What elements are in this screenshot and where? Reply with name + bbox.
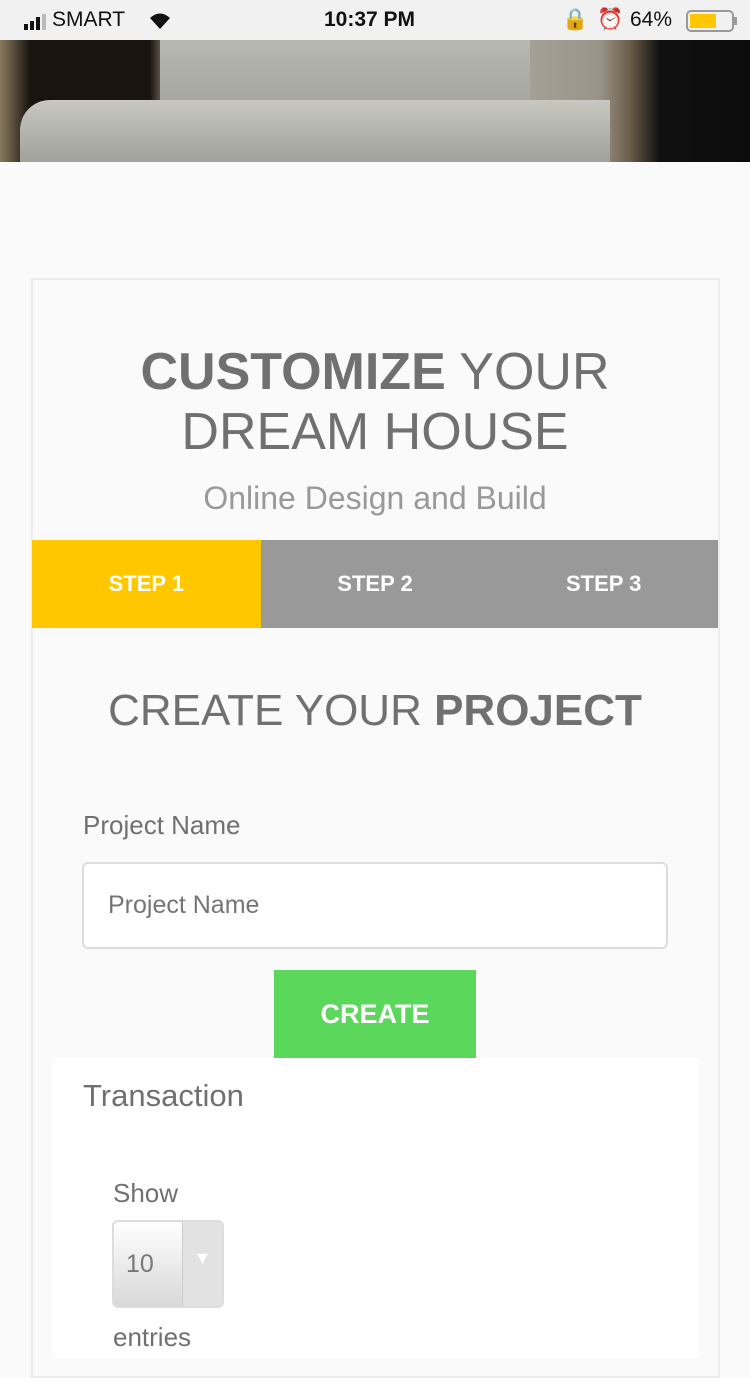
create-button[interactable]: CREATE bbox=[274, 970, 476, 1058]
show-label: Show bbox=[113, 1178, 179, 1208]
entries-label: entries bbox=[113, 1322, 192, 1352]
entries-value: 10 bbox=[126, 1249, 154, 1278]
alarm-icon: ⏰ bbox=[597, 8, 624, 31]
chevron-down-icon: ▼ bbox=[182, 1222, 222, 1306]
wifi-icon bbox=[146, 10, 174, 36]
signal-icon bbox=[24, 12, 46, 36]
page-title: CUSTOMIZE YOUR DREAM HOUSE bbox=[140, 343, 610, 461]
tab-step-1[interactable]: STEP 1 bbox=[32, 540, 261, 628]
battery-percent: 64% bbox=[630, 8, 673, 31]
carrier: SMART bbox=[52, 8, 126, 31]
page-subtitle: Online Design and Build bbox=[203, 480, 547, 516]
entries-select[interactable]: 10 ▼ bbox=[112, 1220, 224, 1308]
section-heading: CREATE YOUR PROJECT bbox=[108, 686, 642, 735]
battery-icon bbox=[686, 10, 738, 38]
transaction-title: Transaction bbox=[83, 1078, 244, 1113]
status-bar: SMART 10:37 PM 🔒 ⏰ 64% bbox=[0, 0, 750, 40]
rotation-lock-icon: 🔒 bbox=[562, 8, 589, 31]
tab-step-3[interactable]: STEP 3 bbox=[489, 540, 718, 628]
tab-step-2[interactable]: STEP 2 bbox=[261, 540, 490, 628]
project-name-input[interactable] bbox=[82, 862, 668, 949]
clock: 10:37 PM bbox=[324, 8, 416, 31]
project-name-label: Project Name bbox=[83, 810, 241, 840]
hero-image bbox=[0, 40, 750, 162]
step-tabs: STEP 1 STEP 2 STEP 3 bbox=[32, 540, 718, 628]
